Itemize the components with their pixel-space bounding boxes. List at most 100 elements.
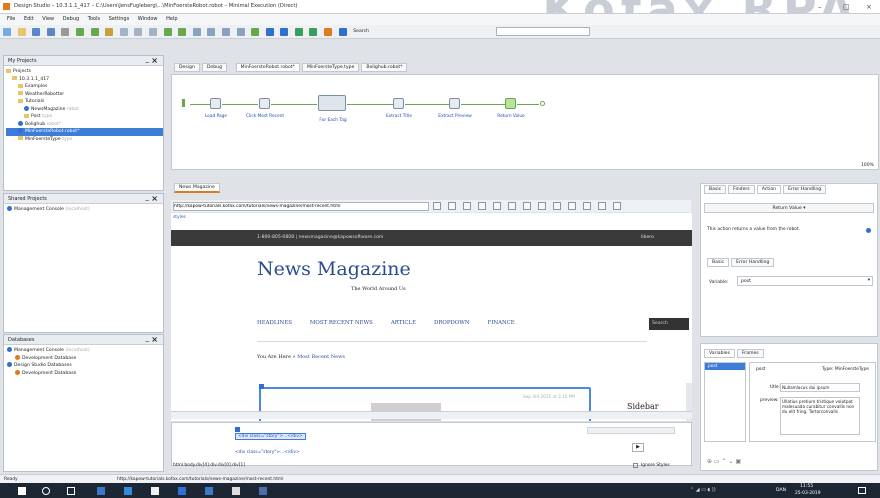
tab-error-handling[interactable]: Error Handling <box>783 185 827 194</box>
ignore-styles-checkbox[interactable] <box>633 463 638 468</box>
try-icon[interactable] <box>221 28 230 36</box>
menu-debug[interactable]: Debug <box>63 16 79 22</box>
nav-headlines[interactable]: HEADLINES <box>257 320 292 326</box>
end-icon[interactable] <box>236 28 245 36</box>
paste-icon[interactable] <box>148 28 157 36</box>
outlook-icon[interactable] <box>178 487 186 495</box>
project-tree-item[interactable]: Post type <box>6 113 163 121</box>
site-search-box[interactable]: Search <box>649 318 689 330</box>
title-value[interactable]: Nullamlacus dui ipsum <box>780 383 860 392</box>
branch-icon[interactable] <box>192 28 201 36</box>
settings-icon[interactable] <box>613 202 621 210</box>
layout-icon[interactable] <box>568 202 576 210</box>
flow-node-return-value[interactable] <box>505 98 516 109</box>
flow-node-for-each[interactable] <box>318 95 346 111</box>
open-icon[interactable] <box>17 28 26 36</box>
flow-node-load-page[interactable] <box>210 98 221 109</box>
tab-variables[interactable]: Variables <box>704 349 735 358</box>
minimize-panel-icon[interactable]: _ <box>146 334 150 342</box>
close-panel-icon[interactable]: × <box>151 194 158 203</box>
keyboard-language[interactable]: DAN <box>776 488 786 493</box>
nav-article[interactable]: ARTICLE <box>391 320 416 326</box>
add-icon[interactable]: ⊕ <box>707 458 712 465</box>
refresh-icon[interactable] <box>251 28 260 36</box>
close-panel-icon[interactable]: × <box>151 335 158 344</box>
menu-edit[interactable]: Edit <box>24 16 34 22</box>
url-field[interactable] <box>173 202 429 211</box>
tab-finders[interactable]: Finders <box>728 185 755 194</box>
action-select[interactable]: Return Value ▾ <box>704 203 874 213</box>
back-icon[interactable] <box>433 202 441 210</box>
styles-link[interactable]: styles <box>173 215 186 220</box>
dom-inner-scroll[interactable] <box>587 427 675 434</box>
bookmark-icon[interactable] <box>523 202 531 210</box>
tab-browser-news[interactable]: News Magazine <box>174 183 220 193</box>
project-tree-item[interactable]: Tutorials <box>6 98 163 106</box>
reload-icon[interactable] <box>463 202 471 210</box>
flow-node-extract-preview[interactable] <box>449 98 460 109</box>
explorer-icon[interactable] <box>97 487 105 495</box>
tag2-icon[interactable] <box>309 28 318 36</box>
preview-value[interactable]: Ullatius pretium tristique volutpat male… <box>780 397 860 435</box>
globe-icon[interactable] <box>324 28 333 36</box>
edit-icon[interactable]: ▣ <box>735 458 741 465</box>
copy-icon[interactable] <box>134 28 143 36</box>
variable-list-item[interactable]: post <box>705 363 745 370</box>
tab-sub-basic[interactable]: Basic <box>707 258 730 267</box>
minimize-panel-icon[interactable]: _ <box>146 55 150 63</box>
tab-action[interactable]: Action <box>756 185 782 194</box>
menu-tools[interactable]: Tools <box>88 16 100 22</box>
undo-icon[interactable] <box>163 28 172 36</box>
view-icon[interactable] <box>553 202 561 210</box>
maximize-icon[interactable]: □ <box>843 3 850 11</box>
nav-dropdown[interactable]: DROPDOWN <box>434 320 469 326</box>
down-icon[interactable]: ⌄ <box>729 458 734 465</box>
close-panel-icon[interactable]: × <box>151 56 158 65</box>
menu-window[interactable]: Window <box>138 16 158 22</box>
project-tree-item[interactable]: Bolighub robot* <box>6 120 163 129</box>
home-icon[interactable] <box>493 202 501 210</box>
project-tree-item[interactable]: Examples <box>6 83 163 91</box>
project-tree-item[interactable]: 10.3.1.1_417 <box>6 76 163 84</box>
task-view-icon[interactable] <box>67 487 75 495</box>
database-tree-item[interactable]: Management Console (localhost) <box>7 347 163 355</box>
project-tree-item[interactable]: Projects <box>6 68 163 76</box>
project-tree-item[interactable]: WeatherRobotter <box>6 91 163 99</box>
step-icon[interactable] <box>105 28 114 36</box>
redo-icon[interactable] <box>178 28 187 36</box>
nav-most-recent[interactable]: MOST RECENT NEWS <box>310 320 373 326</box>
windows-start-icon[interactable] <box>18 487 26 495</box>
frame-icon[interactable] <box>583 202 591 210</box>
tab-file-robot[interactable]: MinFoersteRobot.robot* <box>235 63 300 72</box>
nav-finance[interactable]: FINANCE <box>487 320 514 326</box>
zoom-level[interactable]: 100% <box>861 163 874 168</box>
notification-icon[interactable] <box>858 487 866 494</box>
store-icon[interactable] <box>151 487 159 495</box>
tab-file-bolighub[interactable]: Bolighub.robot* <box>361 63 408 72</box>
help-icon[interactable] <box>866 228 871 233</box>
horizontal-scrollbar[interactable] <box>171 411 692 419</box>
database-tree-item[interactable]: Development Database <box>7 354 163 363</box>
debug-icon[interactable] <box>90 28 99 36</box>
tag-icon[interactable] <box>294 28 303 36</box>
database-tree-item[interactable]: Development Database <box>7 369 163 378</box>
menu-file[interactable]: File <box>7 16 15 22</box>
tab-design[interactable]: Design <box>174 63 200 72</box>
design-studio-icon[interactable] <box>232 487 240 495</box>
minimize-panel-icon[interactable]: _ <box>146 193 150 201</box>
new-icon[interactable] <box>3 28 11 36</box>
bookmark2-icon[interactable] <box>280 28 289 36</box>
copy-icon[interactable] <box>598 202 606 210</box>
stop-icon[interactable] <box>61 28 70 36</box>
search-input[interactable] <box>496 27 590 36</box>
flow-node-click[interactable] <box>259 98 270 109</box>
variable-select[interactable]: post ▾ <box>737 276 873 286</box>
project-tree-item[interactable]: MinFoersteType type <box>6 136 163 144</box>
bookmark-icon[interactable] <box>265 28 274 36</box>
menu-help[interactable]: Help <box>166 16 177 22</box>
menu-settings[interactable]: Settings <box>109 16 130 22</box>
clock-date[interactable]: 25-03-2019 <box>795 491 821 496</box>
clock-time[interactable]: 11:55 <box>800 484 813 489</box>
robot-app-icon[interactable] <box>259 487 267 495</box>
save-icon[interactable] <box>32 28 41 36</box>
